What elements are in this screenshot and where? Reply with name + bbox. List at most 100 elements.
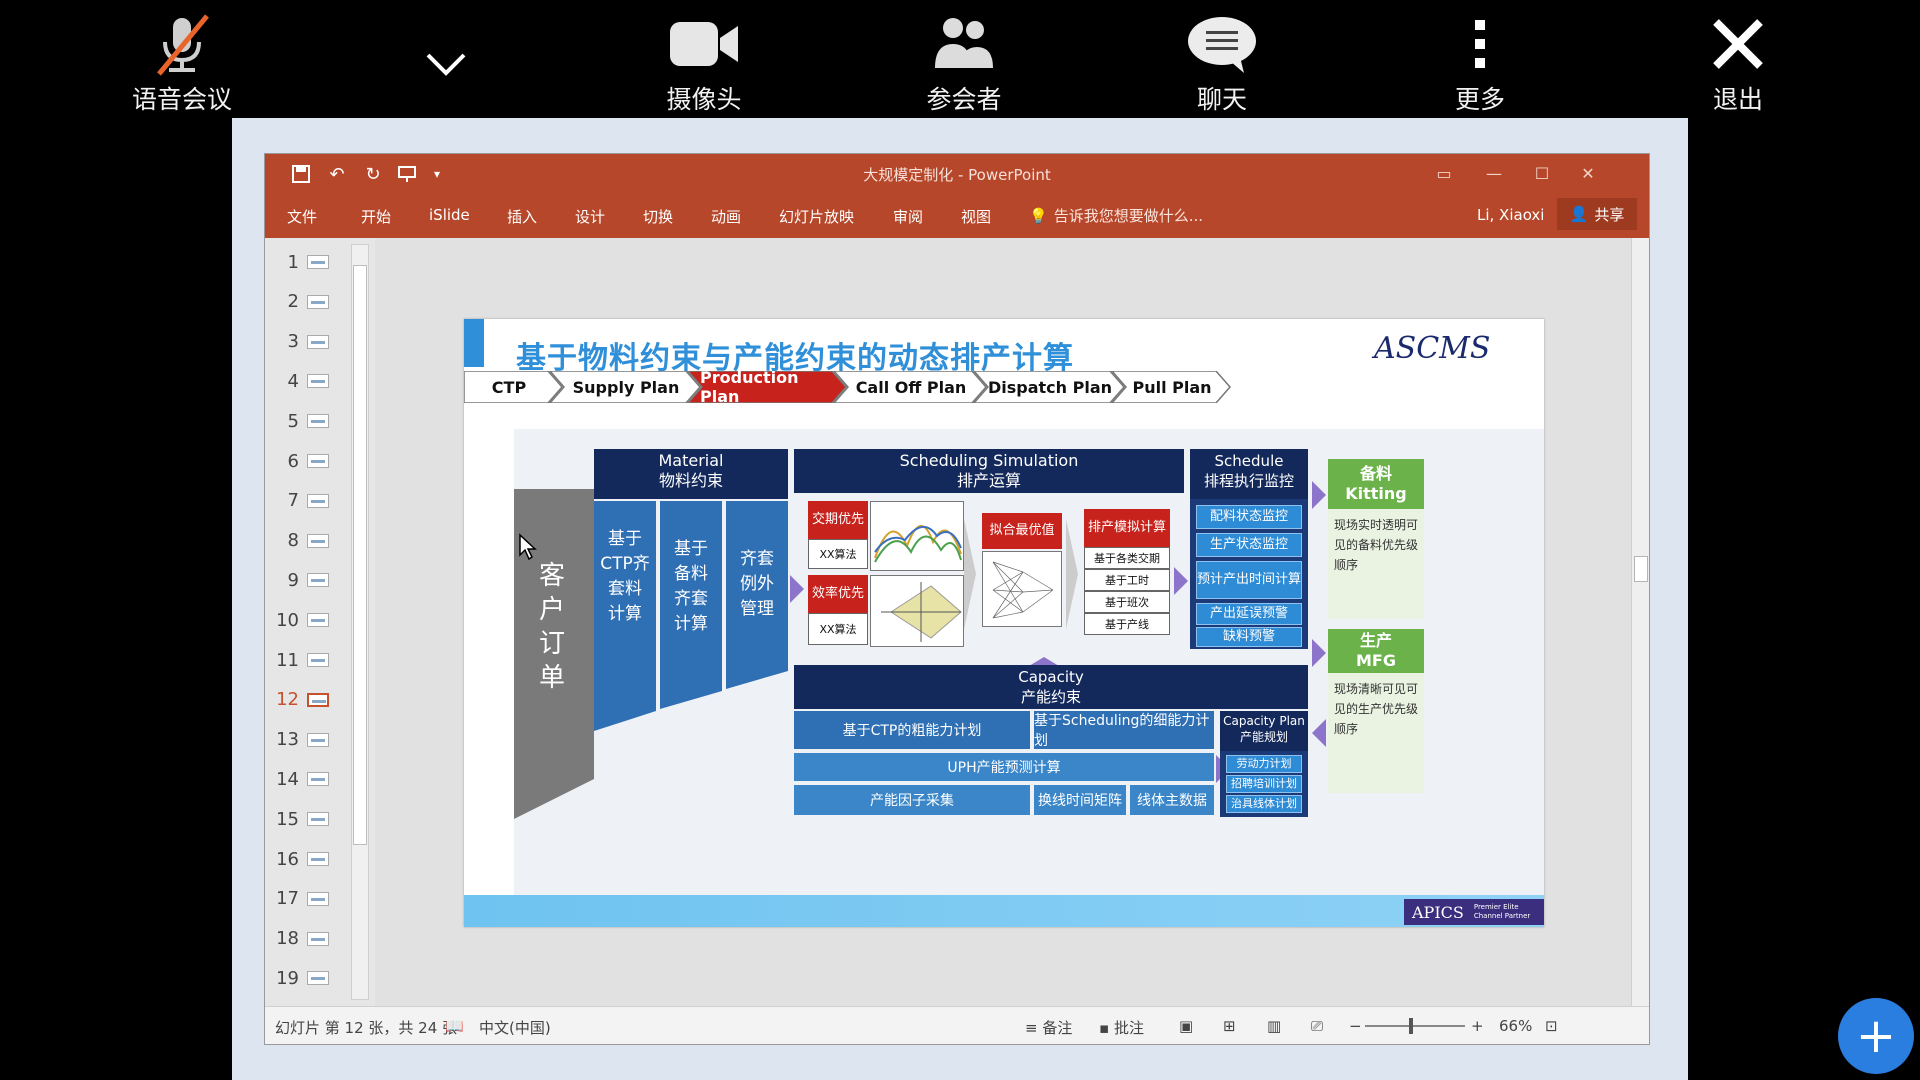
monitor-material-status: 配料状态监控 <box>1196 505 1302 529</box>
scheduling-header-cn: 排产运算 <box>956 471 1021 490</box>
spell-check-icon[interactable]: 📖 <box>445 1017 464 1035</box>
tab-file[interactable]: 文件 <box>287 206 317 227</box>
participants-label: 参会者 <box>926 85 1002 114</box>
monitor-eta-calc: 预计产出时间计算 <box>1196 561 1302 599</box>
collapse-toolbar-button[interactable] <box>376 12 516 116</box>
minimize-icon[interactable]: — <box>1479 162 1509 186</box>
chat-button[interactable]: 聊天 <box>1152 12 1292 116</box>
voice-meeting-button[interactable]: 语音会议 <box>112 12 252 116</box>
slide-thumbnail[interactable]: 6 <box>273 443 333 479</box>
slide-thumbnail[interactable]: 16 <box>273 841 333 877</box>
material-col-exception: 齐套例外管理 <box>740 549 774 619</box>
monitor-delay-alert: 产出延误预警 <box>1196 603 1302 625</box>
exit-button[interactable]: 退出 <box>1668 12 1808 116</box>
slide-thumbnail[interactable]: 8 <box>273 523 333 559</box>
slide-thumbnail[interactable]: 1 <box>273 244 333 280</box>
slide-thumbnail[interactable]: 17 <box>273 881 333 917</box>
language-indicator[interactable]: 中文(中国) <box>479 1017 551 1038</box>
capacity-uph: UPH产能预测计算 <box>794 753 1214 781</box>
slide-thumbnail[interactable]: 15 <box>273 801 333 837</box>
step-ctp: CTP <box>491 377 527 397</box>
slide-footer-band <box>464 895 1544 927</box>
tab-islide[interactable]: iSlide <box>429 206 470 224</box>
tab-review[interactable]: 审阅 <box>893 206 923 227</box>
slide-thumbnail[interactable]: 4 <box>273 363 333 399</box>
apics-badge: APICS Premier Elite Channel Partner <box>1404 899 1544 925</box>
slide-thumbnail[interactable]: 3 <box>273 324 333 360</box>
camera-button[interactable]: 摄像头 <box>634 12 774 116</box>
slide-thumbnail-number: 17 <box>276 888 299 910</box>
slide-thumbnail[interactable]: 2 <box>273 284 333 320</box>
slide-thumbnail-number: 5 <box>287 410 299 432</box>
slide-thumbnail-number: 3 <box>287 331 299 353</box>
tab-view[interactable]: 视图 <box>961 206 991 227</box>
slide-thumbnail-image <box>307 653 329 667</box>
step-supply-plan: Supply Plan <box>572 377 680 397</box>
window-close-icon[interactable]: ✕ <box>1573 162 1603 186</box>
zoom-in-icon[interactable]: + <box>1471 1017 1484 1035</box>
neural-network-image <box>982 551 1062 627</box>
more-button[interactable]: 更多 <box>1410 12 1550 116</box>
slide-thumbnail-image <box>307 971 329 986</box>
mouse-pointer-icon <box>518 533 538 565</box>
slide-thumbnail-image <box>307 493 329 508</box>
normal-view-icon[interactable]: ▣ <box>1179 1017 1193 1035</box>
slide-sorter-icon[interactable]: ⊞ <box>1223 1017 1236 1035</box>
comments-button[interactable]: ▪ 批注 <box>1099 1017 1144 1038</box>
step-production-plan: Production Plan <box>700 368 799 406</box>
thumbnail-scroll-thumb[interactable] <box>353 265 367 845</box>
schedule-header-en: Schedule <box>1214 452 1284 470</box>
fit-to-window-icon[interactable]: ⊡ <box>1545 1017 1558 1035</box>
slide-thumbnail[interactable]: 18 <box>273 921 333 957</box>
slide-thumbnail[interactable]: 7 <box>273 483 333 519</box>
capacity-factor-collection: 产能因子采集 <box>794 785 1030 815</box>
tab-transitions[interactable]: 切换 <box>643 206 673 227</box>
slideshow-view-icon[interactable]: ⎚ <box>1311 1017 1323 1035</box>
tab-slideshow[interactable]: 幻灯片放映 <box>779 206 854 227</box>
slide-thumbnail[interactable]: 14 <box>273 761 333 797</box>
tab-home[interactable]: 开始 <box>361 206 391 227</box>
slide-canvas[interactable]: 基于物料约束与产能约束的动态排产计算 ASCMS CTP Supply Plan… <box>464 319 1544 927</box>
participants-button[interactable]: 参会者 <box>894 12 1034 116</box>
slide-thumbnail[interactable]: 9 <box>273 562 333 598</box>
zoom-slider-handle[interactable] <box>1409 1018 1413 1034</box>
surface-chart-image <box>870 501 964 571</box>
share-button[interactable]: 👤 共享 <box>1557 198 1637 230</box>
notes-button[interactable]: ≡ 备注 <box>1025 1017 1072 1038</box>
thumbnail-scrollbar[interactable] <box>351 244 369 1000</box>
slide-thumbnail-image <box>307 533 329 548</box>
capacity-plan-header-en: Capacity Plan <box>1223 714 1305 728</box>
kitting-desc: 现场实时透明可见的备料优先级顺序 <box>1328 509 1424 619</box>
slide-thumbnail-number: 10 <box>276 609 299 631</box>
zoom-level[interactable]: 66% <box>1499 1017 1532 1035</box>
tab-insert[interactable]: 插入 <box>507 206 537 227</box>
tell-me-box[interactable]: 💡 告诉我您想要做什么... <box>1029 205 1203 226</box>
sim-item-shift: 基于班次 <box>1084 591 1170 613</box>
slide-thumbnail[interactable]: 10 <box>273 602 333 638</box>
user-name[interactable]: Li, Xiaoxi <box>1477 206 1544 224</box>
material-header-en: Material <box>658 451 724 470</box>
ribbon-display-options-icon[interactable]: ▭ <box>1429 162 1459 186</box>
slide-thumbnail-image <box>307 454 329 468</box>
zoom-slider[interactable] <box>1365 1018 1465 1034</box>
monitor-shortage-alert: 缺料预警 <box>1196 627 1302 647</box>
capacity-header: Capacity 产能约束 <box>794 665 1308 709</box>
tab-animations[interactable]: 动画 <box>711 206 741 227</box>
slide-thumbnail[interactable]: 11 <box>273 642 333 678</box>
slide-thumbnail[interactable]: 19 <box>273 960 333 996</box>
sim-item-delivery: 基于各类交期 <box>1084 547 1170 569</box>
add-button[interactable]: + <box>1838 998 1914 1074</box>
slide-thumbnail[interactable]: 12 <box>273 682 333 718</box>
slide-thumbnail[interactable]: 13 <box>273 722 333 758</box>
chat-bubble-icon <box>1182 12 1262 76</box>
maximize-icon[interactable]: ☐ <box>1527 162 1557 186</box>
reading-view-icon[interactable]: ▥ <box>1267 1017 1281 1035</box>
tab-design[interactable]: 设计 <box>575 206 605 227</box>
slide-scrollbar[interactable] <box>1631 238 1649 1006</box>
zoom-out-icon[interactable]: − <box>1349 1017 1362 1035</box>
slide-thumbnail[interactable]: 5 <box>273 403 333 439</box>
voice-meeting-label: 语音会议 <box>131 85 232 114</box>
slide-scroll-thumb[interactable] <box>1634 556 1648 582</box>
fit-best-box: 拟合最优值 <box>982 513 1062 549</box>
capacity-plan-header: Capacity Plan 产能规划 <box>1220 711 1308 751</box>
